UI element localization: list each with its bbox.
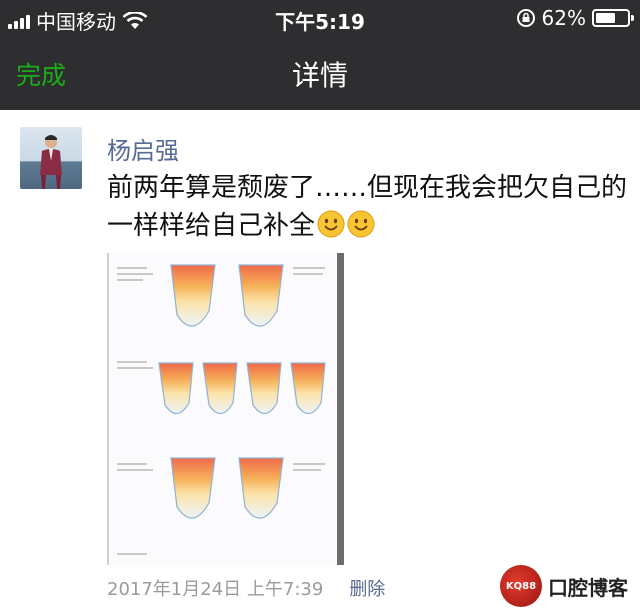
watermark: KQ88 口腔博客 xyxy=(500,565,640,607)
page-title: 详情 xyxy=(291,59,348,92)
nav-bar: 完成 详情 xyxy=(0,38,640,110)
battery-percent: 62% xyxy=(541,6,586,30)
avatar-photo xyxy=(40,135,62,189)
watermark-logo-icon: KQ88 xyxy=(500,565,542,607)
post-text-block: 前两年算是颓废了……但现在我会把欠自己的一样样给自己补全 xyxy=(107,169,627,245)
battery-fill xyxy=(596,13,615,23)
status-right: 62% xyxy=(516,6,634,30)
watermark-text: 口腔博客 xyxy=(548,575,628,600)
battery-icon xyxy=(592,9,634,27)
avatar[interactable] xyxy=(20,127,82,189)
post-timestamp: 2017年1月24日 上午7:39 xyxy=(107,579,324,600)
dental-diagram-image xyxy=(117,264,326,555)
smile-emoji xyxy=(317,210,345,238)
post-footer: 2017年1月24日 上午7:39 删除 xyxy=(107,575,385,601)
tooth-row-1 xyxy=(117,264,325,327)
delete-link[interactable]: 删除 xyxy=(349,575,385,601)
smile-emoji xyxy=(347,210,375,238)
status-bar: 中国移动 下午5:19 62% xyxy=(0,0,640,38)
post-image[interactable] xyxy=(107,253,344,565)
author-name[interactable]: 杨启强 xyxy=(107,131,179,166)
tooth-row-2 xyxy=(117,361,326,415)
tooth-row-3 xyxy=(117,457,325,555)
rotation-lock-icon xyxy=(516,9,535,27)
